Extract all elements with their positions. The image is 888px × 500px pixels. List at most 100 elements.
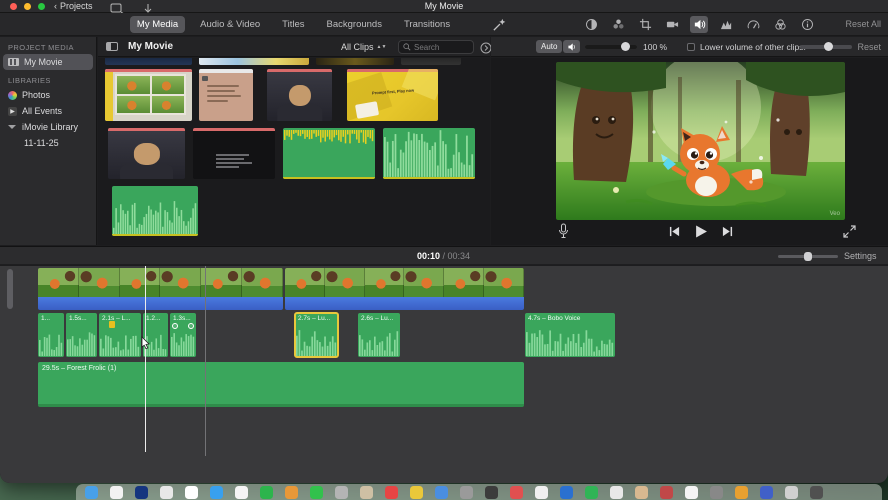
dock-app-icon[interactable]: [510, 486, 523, 499]
dock-app-icon[interactable]: [760, 486, 773, 499]
previous-frame-icon[interactable]: [669, 225, 680, 238]
dock-app-icon[interactable]: [585, 486, 598, 499]
dock-app-icon[interactable]: [610, 486, 623, 499]
media-thumbnail-yellow-slide[interactable]: Prompt first, Play now: [347, 69, 438, 121]
dock-app-icon[interactable]: [685, 486, 698, 499]
dock-app-icon[interactable]: [485, 486, 498, 499]
color-balance-icon[interactable]: [609, 16, 627, 33]
sidebar-toggle-icon[interactable]: [106, 42, 118, 51]
sidebar-item-imovie-library[interactable]: iMovie Library: [0, 119, 96, 135]
playhead[interactable]: [145, 266, 146, 452]
color-filters-icon[interactable]: [771, 16, 789, 33]
dock-app-icon[interactable]: [810, 486, 823, 499]
tab-titles[interactable]: Titles: [275, 16, 311, 33]
dock-app-icon[interactable]: [310, 486, 323, 499]
dock-app-icon[interactable]: [360, 486, 373, 499]
play-icon[interactable]: [694, 225, 708, 238]
import-media-icon[interactable]: [110, 1, 125, 15]
dock-app-icon[interactable]: [235, 486, 248, 499]
search-field[interactable]: [398, 40, 474, 54]
dock-app-icon[interactable]: [735, 486, 748, 499]
video-clip[interactable]: [285, 268, 524, 310]
dock-app-icon[interactable]: [260, 486, 273, 499]
back-to-projects-button[interactable]: ‹ Projects: [54, 1, 93, 11]
voiceover-mic-icon[interactable]: [557, 223, 570, 239]
volume-slider[interactable]: [585, 42, 637, 51]
fade-handle-icon[interactable]: [172, 323, 178, 329]
stabilization-icon[interactable]: [663, 16, 681, 33]
mute-button[interactable]: [563, 40, 580, 53]
sidebar-item-photos[interactable]: Photos: [0, 87, 96, 103]
audio-clip[interactable]: 1.5s...: [66, 313, 97, 357]
share-download-icon[interactable]: [141, 1, 155, 13]
enhance-wand-icon[interactable]: [492, 17, 507, 32]
dock-app-icon[interactable]: [410, 486, 423, 499]
dock-app-icon[interactable]: [460, 486, 473, 499]
timeline-settings-button[interactable]: Settings: [844, 251, 877, 261]
media-thumbnail-audio-clip[interactable]: [383, 128, 475, 179]
dock-app-icon[interactable]: [135, 486, 148, 499]
sidebar-item-my-movie[interactable]: My Movie: [3, 54, 93, 70]
media-thumbnail-presenter-2[interactable]: [108, 128, 185, 179]
reset-all-button[interactable]: Reset All: [845, 19, 881, 29]
audio-clip[interactable]: 4.7s – Bobo Voice: [525, 313, 615, 357]
dock-app-icon[interactable]: [435, 486, 448, 499]
minimize-window-button[interactable]: [24, 3, 31, 10]
media-thumbnail-partial[interactable]: [316, 58, 394, 65]
tab-backgrounds[interactable]: Backgrounds: [320, 16, 389, 33]
audio-clip[interactable]: 1.3s...: [170, 313, 196, 357]
timeline[interactable]: 1... 1.5s... 2.1s – L... 1.2... 1.3s... …: [0, 266, 888, 483]
media-thumbnail-partial[interactable]: [401, 58, 461, 65]
audio-clip[interactable]: 1.2...: [143, 313, 168, 357]
dock-app-icon[interactable]: [710, 486, 723, 499]
dock-app-icon[interactable]: [110, 486, 123, 499]
media-thumbnail-fox-grid-screen[interactable]: [105, 69, 192, 121]
dock-app-icon[interactable]: [335, 486, 348, 499]
dock-app-icon[interactable]: [660, 486, 673, 499]
background-music-clip[interactable]: 29.5s – Forest Frolic (1): [38, 362, 524, 407]
media-thumbnail-presenter[interactable]: [267, 69, 332, 121]
tab-my-media[interactable]: My Media: [129, 16, 186, 33]
audio-clip-selected[interactable]: 2.7s – Lu...: [294, 312, 339, 358]
media-thumbnail-audio-clip[interactable]: [283, 128, 375, 179]
fullscreen-icon[interactable]: [843, 225, 856, 238]
dock-app-icon[interactable]: [210, 486, 223, 499]
timeline-zoom-slider[interactable]: [778, 252, 838, 261]
audio-clip[interactable]: 1...: [38, 313, 64, 357]
noise-reduction-icon[interactable]: [717, 16, 735, 33]
auto-volume-button[interactable]: Auto: [536, 40, 563, 53]
dock-app-icon[interactable]: [560, 486, 573, 499]
video-clip[interactable]: [38, 268, 283, 310]
audio-clip[interactable]: 2.6s – Lu...: [358, 313, 400, 357]
media-thumbnail-audio-clip[interactable]: [112, 186, 198, 236]
zoom-window-button[interactable]: [38, 3, 45, 10]
reset-volume-button[interactable]: Reset: [857, 42, 881, 52]
timeline-scrollbar[interactable]: [7, 269, 13, 309]
dock-app-icon[interactable]: [535, 486, 548, 499]
volume-adjust-icon[interactable]: [690, 16, 708, 33]
clip-filter-dropdown[interactable]: All Clips ▲▼: [341, 42, 386, 52]
color-correction-icon[interactable]: [582, 16, 600, 33]
dock-app-icon[interactable]: [160, 486, 173, 499]
sidebar-item-event-11-11-25[interactable]: 11-11-25: [0, 135, 96, 151]
dock-app-icon[interactable]: [635, 486, 648, 499]
speed-icon[interactable]: [744, 16, 762, 33]
dock-app-icon[interactable]: [185, 486, 198, 499]
clip-info-icon[interactable]: [798, 16, 816, 33]
volume-slider-knob[interactable]: [621, 42, 630, 51]
media-thumbnail-partial[interactable]: [105, 58, 192, 65]
dock-app-icon[interactable]: [785, 486, 798, 499]
disclosure-triangle-icon[interactable]: [8, 125, 16, 129]
lower-volume-checkbox[interactable]: [687, 43, 695, 51]
fade-handle-icon[interactable]: [188, 323, 194, 329]
close-window-button[interactable]: [10, 3, 17, 10]
search-input[interactable]: [414, 42, 468, 52]
timeline-zoom-knob[interactable]: [804, 252, 812, 261]
sidebar-item-all-events[interactable]: ▶ All Events: [0, 103, 96, 119]
media-thumbnail-document[interactable]: [199, 69, 253, 121]
audio-clip[interactable]: 2.1s – L...: [99, 313, 141, 357]
dock-app-icon[interactable]: [385, 486, 398, 499]
crop-icon[interactable]: [636, 16, 654, 33]
dock-app-icon[interactable]: [85, 486, 98, 499]
media-thumbnail-terminal-screen[interactable]: [193, 128, 275, 179]
